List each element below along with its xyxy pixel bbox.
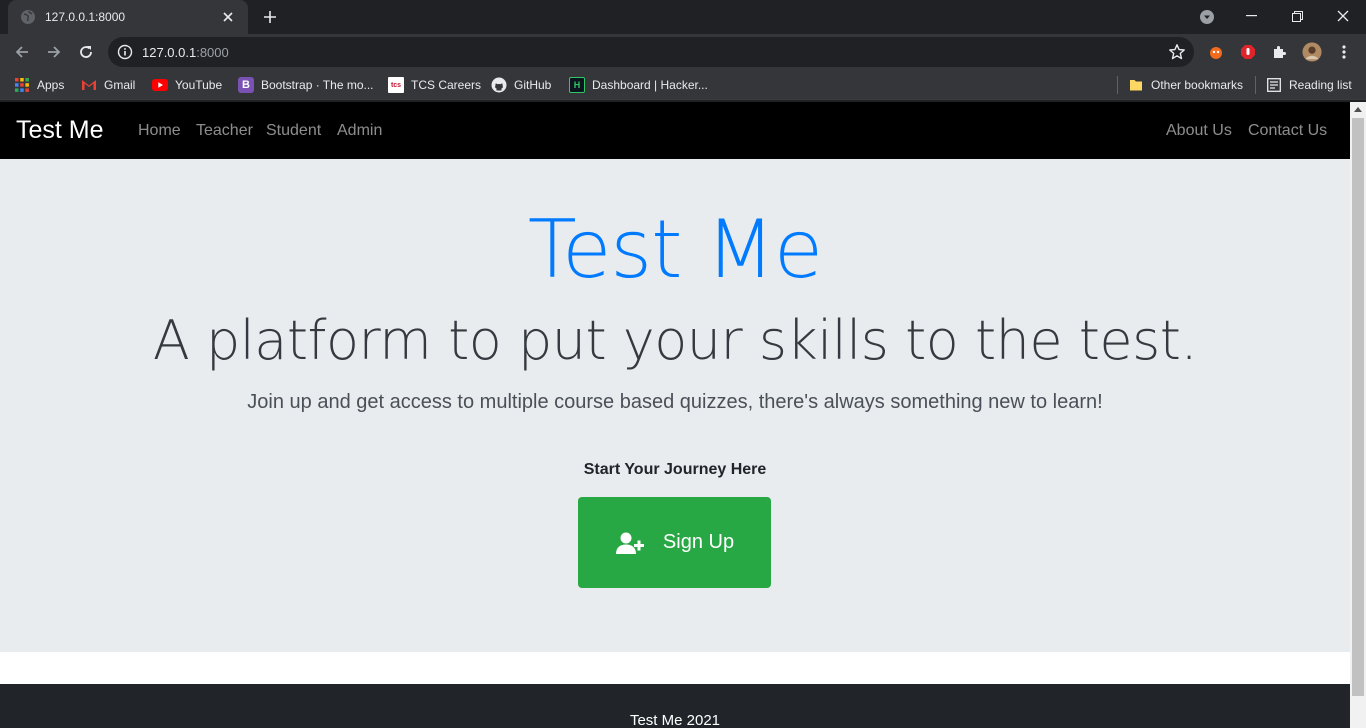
nav-link-home[interactable]: Home	[138, 122, 181, 140]
gmail-icon	[81, 77, 97, 93]
bookmark-label: Dashboard | Hacker...	[592, 78, 708, 92]
scrollbar-thumb[interactable]	[1352, 118, 1364, 696]
nav-link-about-us[interactable]: About Us	[1166, 122, 1232, 140]
site-navbar: Test Me Home Teacher Student Admin About…	[0, 102, 1350, 159]
reading-list-icon	[1266, 77, 1282, 93]
forward-button[interactable]	[40, 38, 68, 66]
url-host: 127.0.0.1	[142, 45, 197, 60]
url-text: 127.0.0.1:8000	[142, 45, 229, 60]
nav-link-teacher[interactable]: Teacher	[196, 122, 253, 140]
bookmarks-bar: Apps Gmail YouTube B Bootstrap · The mo.…	[0, 70, 1366, 100]
bookmark-label: TCS Careers	[411, 78, 482, 92]
bookmark-apps[interactable]: Apps	[14, 75, 64, 95]
bookmark-star-icon[interactable]	[1168, 43, 1186, 61]
bookmarks-separator	[1255, 76, 1256, 94]
bookmark-label: Reading list	[1289, 78, 1352, 92]
bookmark-tcs-careers[interactable]: tcs TCS Careers	[388, 75, 481, 95]
youtube-icon	[152, 77, 168, 93]
extension-honey-icon[interactable]	[1206, 42, 1226, 62]
bookmark-github[interactable]: GitHub	[491, 75, 551, 95]
user-plus-icon	[615, 531, 645, 555]
new-tab-button[interactable]	[258, 5, 282, 29]
bookmarks-separator	[1117, 76, 1118, 94]
browser-tab[interactable]: 127.0.0.1:8000	[8, 0, 248, 34]
tab-title: 127.0.0.1:8000	[45, 10, 126, 24]
close-window-button[interactable]	[1320, 0, 1366, 32]
bookmark-label: Bootstrap · The mo...	[261, 78, 374, 92]
hero-title: Test Me	[527, 203, 823, 296]
apps-grid-icon	[14, 77, 30, 93]
browser-toolbar: 127.0.0.1:8000	[0, 34, 1366, 70]
back-button[interactable]	[8, 38, 36, 66]
nav-link-contact-us[interactable]: Contact Us	[1248, 122, 1327, 140]
hero-subtitle: A platform to put your skills to the tes…	[152, 309, 1198, 372]
address-bar[interactable]: 127.0.0.1:8000	[108, 37, 1194, 67]
site-footer: Test Me 2021	[0, 684, 1350, 728]
extension-block-icon[interactable]	[1238, 42, 1258, 62]
scroll-up-arrow-icon[interactable]	[1354, 107, 1362, 112]
reload-button[interactable]	[72, 38, 100, 66]
bookmark-label: GitHub	[514, 78, 552, 92]
extensions-puzzle-icon[interactable]	[1270, 42, 1290, 62]
navbar-brand[interactable]: Test Me	[16, 116, 104, 145]
footer-text: Test Me 2021	[629, 712, 721, 728]
nav-link-student[interactable]: Student	[266, 122, 321, 140]
bookmark-other[interactable]: Other bookmarks	[1128, 75, 1243, 95]
hero-lead: Join up and get access to multiple cours…	[247, 391, 1103, 413]
url-port: :8000	[196, 45, 229, 60]
tab-strip: 127.0.0.1:8000	[0, 0, 1366, 34]
hackerrank-icon: H	[569, 77, 585, 93]
bookmark-label: YouTube	[175, 78, 223, 92]
bootstrap-icon: B	[238, 77, 254, 93]
restore-button[interactable]	[1274, 0, 1320, 32]
close-tab-icon[interactable]	[218, 7, 238, 27]
bookmark-label: Other bookmarks	[1151, 78, 1244, 92]
globe-icon	[20, 9, 36, 25]
hero-jumbotron: Test Me A platform to put your skills to…	[0, 159, 1350, 652]
bookmark-bootstrap[interactable]: B Bootstrap · The mo...	[238, 75, 374, 95]
github-icon	[491, 77, 507, 93]
nav-link-admin[interactable]: Admin	[337, 122, 382, 140]
tab-search-icon[interactable]	[1197, 7, 1217, 27]
tcs-icon: tcs	[388, 77, 404, 93]
reading-list-button[interactable]: Reading list	[1266, 75, 1352, 95]
bookmark-youtube[interactable]: YouTube	[152, 75, 222, 95]
bookmark-hackerrank[interactable]: H Dashboard | Hacker...	[569, 75, 708, 95]
site-info-icon[interactable]	[117, 44, 133, 60]
cta-heading: Start Your Journey Here	[583, 461, 767, 478]
folder-icon	[1128, 77, 1144, 93]
sign-up-label: Sign Up	[662, 531, 735, 553]
page-viewport: Test Me Home Teacher Student Admin About…	[0, 102, 1350, 728]
page-scrollbar[interactable]	[1350, 102, 1366, 728]
minimize-button[interactable]	[1228, 0, 1274, 32]
bookmark-gmail[interactable]: Gmail	[81, 75, 135, 95]
bookmark-label: Gmail	[104, 78, 136, 92]
browser-menu-icon[interactable]	[1334, 42, 1354, 62]
bookmark-label: Apps	[37, 78, 65, 92]
sign-up-button[interactable]: Sign Up	[578, 497, 771, 588]
profile-avatar-icon[interactable]	[1302, 42, 1322, 62]
